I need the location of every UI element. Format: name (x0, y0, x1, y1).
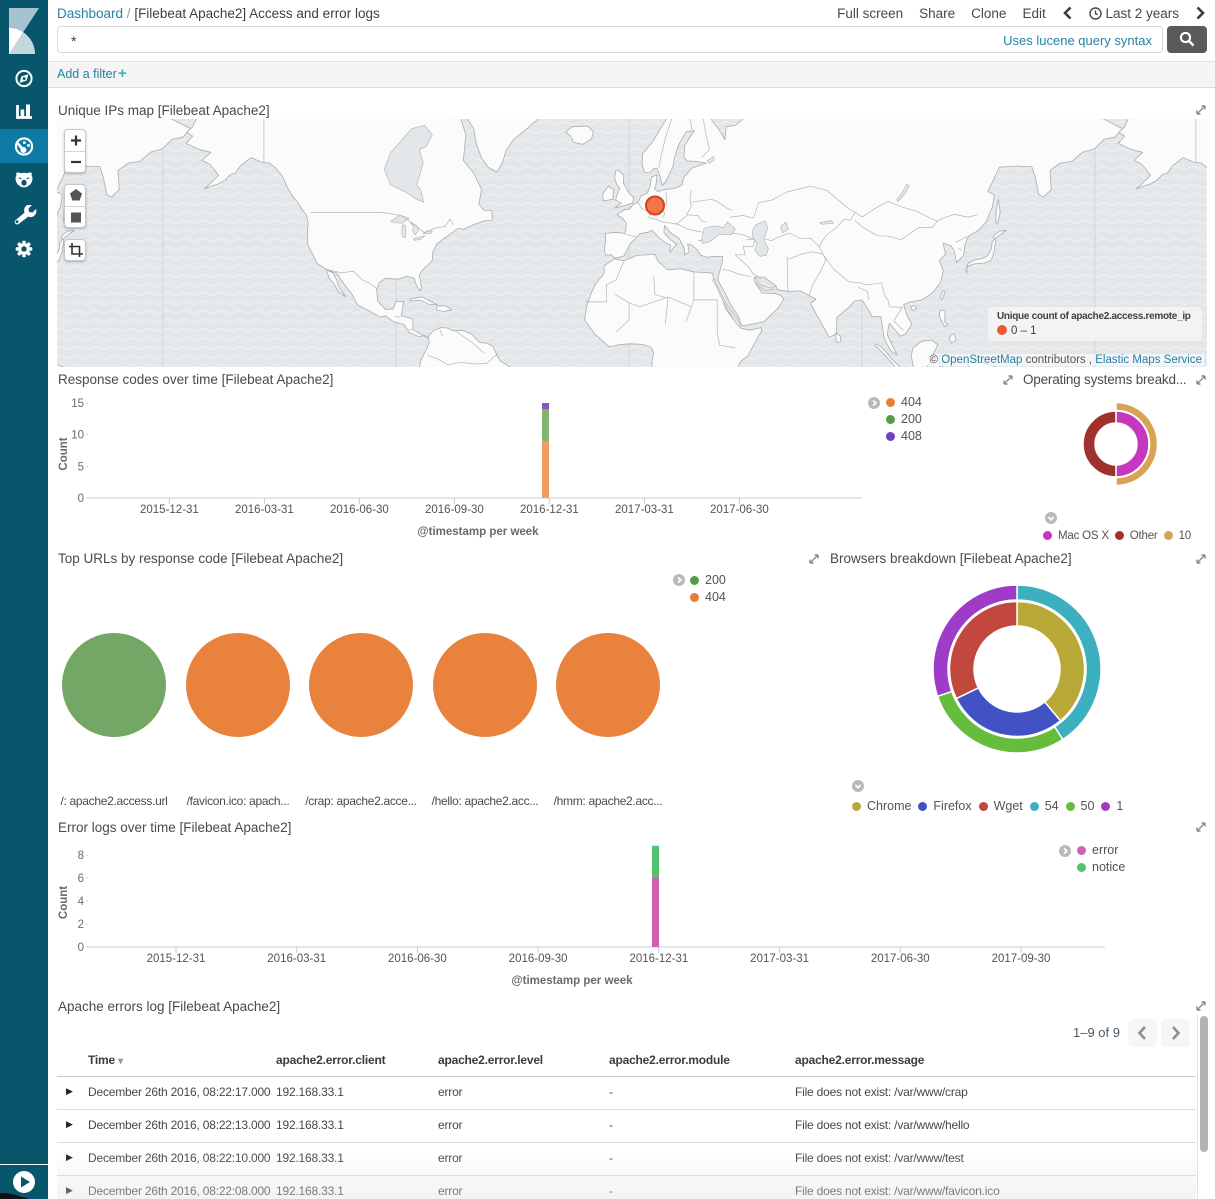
svg-text:2016-09-30: 2016-09-30 (425, 504, 484, 516)
svg-text:2016-03-31: 2016-03-31 (235, 504, 294, 516)
svg-text:2016-12-31: 2016-12-31 (520, 504, 579, 516)
svg-text:Count: Count (58, 886, 70, 919)
svg-text:8: 8 (78, 850, 84, 862)
svg-text:2016-12-31: 2016-12-31 (629, 953, 688, 965)
svg-text:2: 2 (78, 919, 84, 931)
svg-text:2015-12-31: 2015-12-31 (147, 953, 206, 965)
svg-text:@timestamp per week: @timestamp per week (511, 975, 633, 987)
svg-text:5: 5 (78, 461, 84, 473)
svg-text:2017-06-30: 2017-06-30 (710, 504, 769, 516)
svg-text:Count: Count (58, 437, 70, 470)
svg-text:0: 0 (78, 942, 84, 954)
svg-text:2016-06-30: 2016-06-30 (388, 953, 447, 965)
svg-text:4: 4 (78, 896, 85, 908)
svg-text:@timestamp per week: @timestamp per week (417, 526, 539, 538)
svg-text:0: 0 (78, 493, 84, 505)
svg-text:2016-06-30: 2016-06-30 (330, 504, 389, 516)
svg-text:15: 15 (71, 398, 84, 410)
svg-text:2017-03-31: 2017-03-31 (615, 504, 674, 516)
svg-text:6: 6 (78, 873, 84, 885)
svg-text:2017-09-30: 2017-09-30 (992, 953, 1051, 965)
svg-text:2017-03-31: 2017-03-31 (750, 953, 809, 965)
svg-text:2015-12-31: 2015-12-31 (140, 504, 199, 516)
svg-text:10: 10 (71, 430, 84, 442)
svg-text:2017-06-30: 2017-06-30 (871, 953, 930, 965)
svg-text:2016-03-31: 2016-03-31 (267, 953, 326, 965)
svg-text:2016-09-30: 2016-09-30 (509, 953, 568, 965)
